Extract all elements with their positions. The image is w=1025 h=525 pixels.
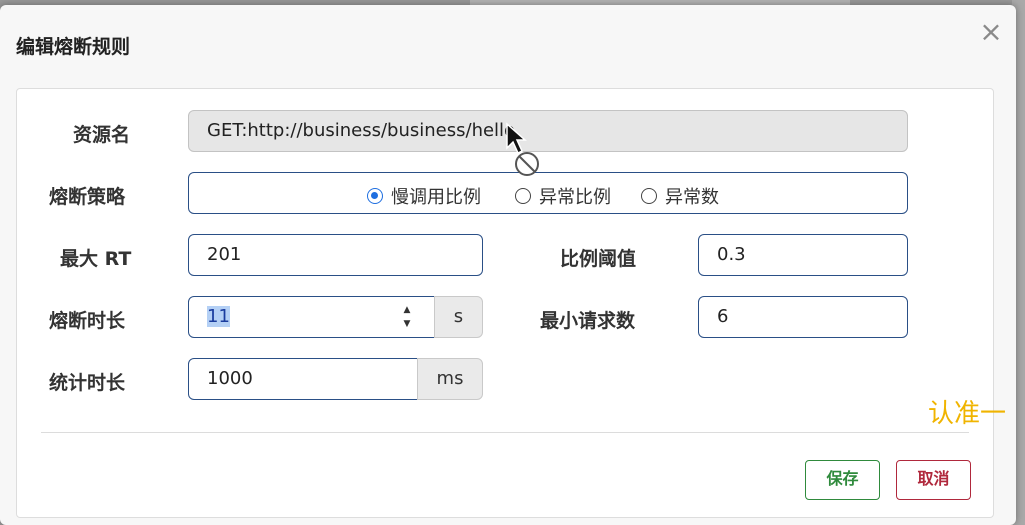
stat-duration-input[interactable]: 1000 — [188, 358, 418, 400]
save-button[interactable]: 保存 — [805, 460, 880, 500]
radio-label: 慢调用比例 — [391, 187, 481, 208]
radio-label: 异常数 — [665, 187, 719, 208]
footer-divider — [41, 432, 969, 433]
stepper-icon[interactable]: ▲ ▼ — [400, 305, 414, 329]
min-request-input[interactable]: 6 — [698, 296, 908, 338]
strategy-label: 熔断策略 — [49, 186, 126, 208]
radio-checked-icon — [367, 188, 383, 204]
max-rt-label: 最大 RT — [60, 248, 132, 270]
cancel-button[interactable]: 取消 — [896, 460, 971, 500]
break-duration-value: 11 — [207, 306, 230, 327]
stat-duration-unit: ms — [417, 358, 483, 400]
strategy-radio-group: 慢调用比例 异常比例 异常数 — [188, 172, 908, 214]
stat-duration-label: 统计时长 — [49, 372, 126, 394]
min-request-label: 最小请求数 — [540, 310, 636, 332]
radio-exception-ratio[interactable]: 异常比例 — [515, 183, 611, 209]
resource-name-label: 资源名 — [73, 124, 131, 146]
break-duration-unit: s — [434, 296, 483, 338]
watermark-text: 认准一 — [928, 399, 1007, 429]
ratio-threshold-label: 比例阈值 — [560, 248, 637, 270]
stepper-down-icon[interactable]: ▼ — [404, 319, 411, 329]
radio-label: 异常比例 — [539, 187, 611, 208]
dialog-title: 编辑熔断规则 — [16, 36, 131, 58]
break-duration-label: 熔断时长 — [49, 310, 126, 332]
radio-unchecked-icon — [641, 188, 657, 204]
close-icon[interactable]: × — [978, 18, 1004, 46]
resource-name-field[interactable]: GET:http://business/business/hello — [188, 110, 908, 152]
ratio-threshold-input[interactable]: 0.3 — [698, 234, 908, 276]
break-duration-input[interactable]: 11 ▲ ▼ — [188, 296, 435, 338]
radio-exception-count[interactable]: 异常数 — [641, 183, 719, 209]
edit-circuit-breaker-dialog: 编辑熔断规则 × 资源名 GET:http://business/busines… — [0, 5, 1016, 525]
not-allowed-cursor-icon — [506, 122, 539, 176]
radio-unchecked-icon — [515, 188, 531, 204]
stepper-up-icon[interactable]: ▲ — [404, 305, 411, 315]
max-rt-input[interactable]: 201 — [188, 234, 483, 276]
radio-slow-call-ratio[interactable]: 慢调用比例 — [367, 183, 481, 209]
